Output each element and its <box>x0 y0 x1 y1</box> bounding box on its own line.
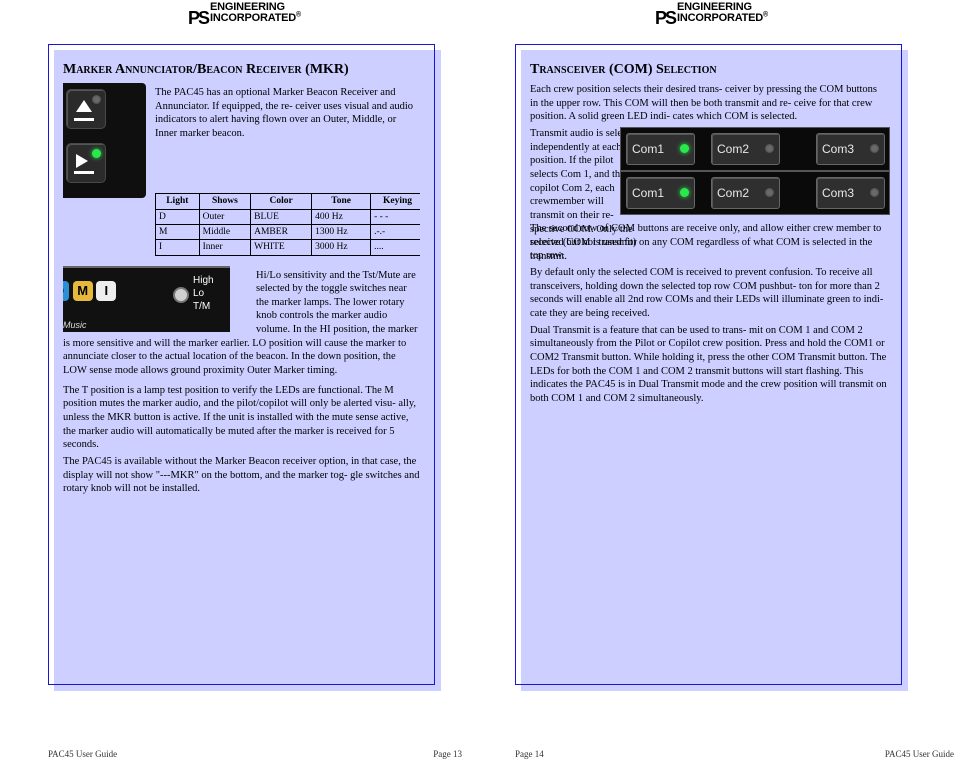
com-p4: By default only the selected COM is rece… <box>530 266 887 321</box>
com-p1: Each crew position selects their desired… <box>530 83 887 124</box>
page-left: Marker Annunciator/Beacon Receiver (MKR)… <box>48 44 435 685</box>
marker-table: LightShowsColorToneKeying DOuterBLUE400 … <box>155 193 420 255</box>
com2-rx-button[interactable]: Com2 <box>711 177 780 209</box>
play-button[interactable] <box>66 143 106 183</box>
play-led <box>92 149 101 158</box>
brand-logo-left: PSENGINEERINGINCORPORATED® <box>188 2 301 29</box>
com3-rx-led <box>870 188 879 197</box>
eject-button[interactable] <box>66 89 106 129</box>
page-right: Transceiver (COM) Selection Each crew po… <box>515 44 902 685</box>
eject-icon <box>76 100 92 112</box>
play-icon <box>76 154 88 168</box>
omi-panel-photo: O M I HighLoT/M Music <box>63 266 230 332</box>
com-p5: Dual Transmit is a feature that can be u… <box>530 324 887 406</box>
com1-tx-button[interactable]: Com1 <box>626 133 695 165</box>
table-row: MMiddleAMBER1300 Hz.-.- <box>156 224 421 239</box>
com-row-tx: Com1 Com2 Com3 <box>620 127 890 171</box>
com3-tx-button[interactable]: Com3 <box>816 133 885 165</box>
com2-tx-led <box>765 144 774 153</box>
test-mute-paragraph: The T position is a lamp test position t… <box>63 384 420 452</box>
com-title: Transceiver (COM) Selection <box>530 61 887 79</box>
com2-rx-led <box>765 188 774 197</box>
hi-lo-toggle[interactable] <box>173 287 189 303</box>
com1-rx-button[interactable]: Com1 <box>626 177 695 209</box>
com3-rx-button[interactable]: Com3 <box>816 177 885 209</box>
middle-lamp: M <box>73 281 93 301</box>
outer-lamp: O <box>63 281 69 301</box>
com1-tx-led <box>680 144 689 153</box>
brand-logo-right: PSENGINEERINGINCORPORATED® <box>655 2 768 29</box>
com1-rx-led <box>680 188 689 197</box>
inner-lamp: I <box>96 281 116 301</box>
marker-intro: The PAC45 has an optional Marker Beacon … <box>155 86 420 141</box>
no-marker-paragraph: The PAC45 is available without the Marke… <box>63 455 420 496</box>
marker-title: Marker Annunciator/Beacon Receiver (MKR) <box>63 61 420 79</box>
footer-right: Page 14 PAC45 User Guide <box>0 749 954 759</box>
table-row: IInnerWHITE3000 Hz.... <box>156 240 421 255</box>
com-row-rx: Com1 Com2 Com3 <box>620 171 890 215</box>
com3-tx-led <box>870 144 879 153</box>
cd-buttons-photo <box>63 83 151 193</box>
eject-led <box>92 95 101 104</box>
table-row: DOuterBLUE400 Hz- - - <box>156 209 421 224</box>
com2-tx-button[interactable]: Com2 <box>711 133 780 165</box>
